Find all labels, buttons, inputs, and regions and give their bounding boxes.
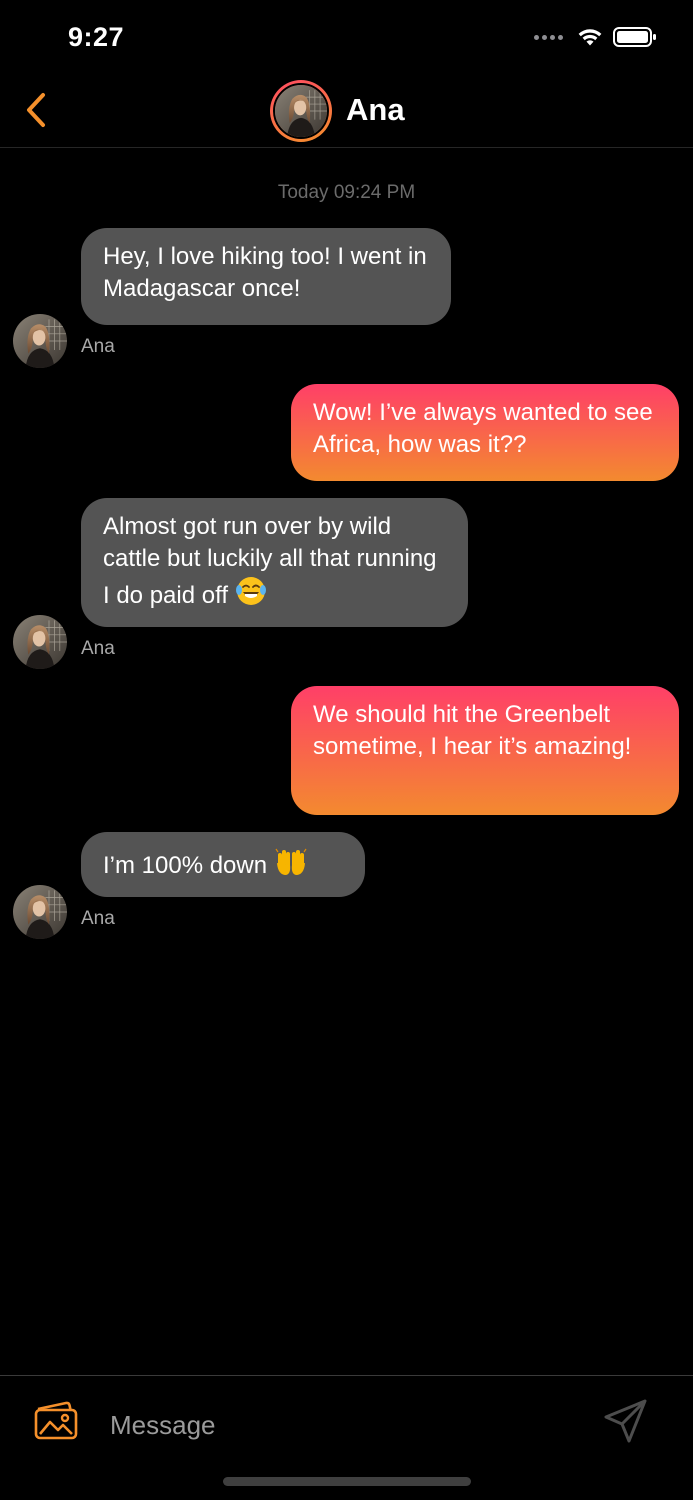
back-button[interactable] (16, 88, 56, 132)
sender-name: Ana (81, 908, 115, 929)
contact-photo (275, 85, 327, 137)
chat-timestamp: Today 09:24 PM (277, 182, 416, 203)
contact-name[interactable]: Ana (346, 92, 405, 128)
sender-name: Ana (81, 336, 115, 357)
sender-avatar[interactable] (13, 885, 67, 939)
sender-avatar[interactable] (13, 314, 67, 368)
wifi-icon (578, 29, 602, 46)
sender-avatar[interactable] (13, 615, 67, 669)
message-text: Almost got run over by wild cattle but l… (103, 513, 437, 609)
status-icons (534, 26, 657, 48)
message-bubble-outgoing[interactable]: Wow! I’ve always wanted to see Africa, h… (291, 384, 679, 481)
message-bubble-outgoing[interactable]: We should hit the Greenbelt sometime, I … (291, 686, 679, 815)
sender-photo (13, 615, 67, 669)
message-bubble-incoming[interactable]: Almost got run over by wild cattle but l… (81, 498, 468, 627)
chat-header: Ana (0, 76, 693, 148)
message-text: We should hit the Greenbelt sometime, I … (313, 701, 632, 760)
send-button[interactable] (603, 1398, 649, 1444)
message-text: Wow! I’ve always wanted to see Africa, h… (313, 399, 653, 458)
raising-hands-emoji-icon (274, 845, 308, 886)
message-input[interactable] (110, 1404, 570, 1446)
attach-image-button[interactable] (32, 1400, 82, 1446)
chevron-left-icon (27, 93, 45, 127)
laughing-tears-emoji-icon (235, 575, 267, 616)
message-bubble-incoming[interactable]: Hey, I love hiking too! I went in Madaga… (81, 228, 451, 325)
sender-photo (13, 885, 67, 939)
image-gallery-icon (34, 1401, 78, 1440)
contact-avatar[interactable] (270, 80, 332, 142)
status-bar: 9:27 (0, 0, 693, 76)
chat-screen: 9:27 Ana Today 09:24 PM Hey, I love hiki… (0, 0, 693, 1500)
sender-name: Ana (81, 638, 115, 659)
message-text: I’m 100% down (103, 852, 268, 879)
send-icon (604, 1399, 647, 1443)
message-text: Hey, I love hiking too! I went in Madaga… (103, 243, 427, 302)
battery-icon (613, 27, 656, 47)
status-time: 9:27 (68, 22, 125, 52)
cellular-signal-icon (534, 34, 563, 40)
message-bubble-incoming[interactable]: I’m 100% down (81, 832, 365, 897)
sender-photo (13, 314, 67, 368)
home-indicator[interactable] (223, 1477, 471, 1486)
